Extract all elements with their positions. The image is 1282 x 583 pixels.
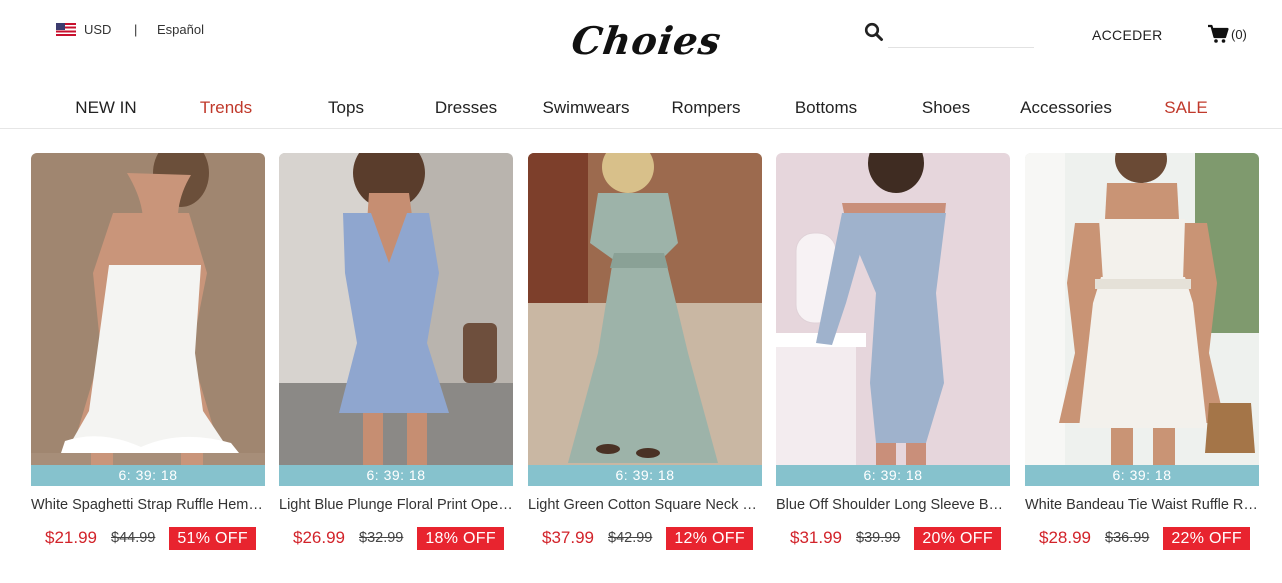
price-row: $26.99 $32.99 18% OFF bbox=[279, 526, 513, 550]
sale-price: $31.99 bbox=[790, 528, 842, 547]
price-row: $37.99 $42.99 12% OFF bbox=[528, 526, 762, 550]
nav-item-new-in[interactable]: NEW IN bbox=[46, 98, 166, 118]
product-image[interactable]: 6: 39: 18 bbox=[1025, 153, 1259, 486]
original-price: $32.99 bbox=[359, 530, 404, 546]
product-image[interactable]: 6: 39: 18 bbox=[776, 153, 1010, 486]
currency-selector[interactable]: USD bbox=[56, 22, 111, 37]
original-price: $42.99 bbox=[608, 530, 653, 546]
language-selector[interactable]: Español bbox=[157, 22, 204, 37]
countdown-timer: 6: 39: 18 bbox=[528, 465, 762, 486]
countdown-timer: 6: 39: 18 bbox=[31, 465, 265, 486]
nav-item-accessories[interactable]: Accessories bbox=[1006, 98, 1126, 118]
product-card[interactable]: 6: 39: 18 Light Green Cotton Square Neck… bbox=[528, 153, 762, 550]
nav-item-trends[interactable]: Trends bbox=[166, 98, 286, 118]
product-title[interactable]: White Spaghetti Strap Ruffle Hem Mini Dr… bbox=[31, 497, 265, 513]
nav-item-dresses[interactable]: Dresses bbox=[406, 98, 526, 118]
cart-icon bbox=[1208, 24, 1229, 43]
sale-price: $37.99 bbox=[542, 528, 594, 547]
currency-label: USD bbox=[84, 22, 112, 37]
sale-price: $28.99 bbox=[1039, 528, 1091, 547]
product-title[interactable]: Light Green Cotton Square Neck Maxi Dres… bbox=[528, 497, 762, 513]
original-price: $36.99 bbox=[1105, 530, 1150, 546]
logo-text: Choies bbox=[569, 17, 725, 63]
nav-item-swimwears[interactable]: Swimwears bbox=[526, 98, 646, 118]
discount-badge: 22% OFF bbox=[1163, 526, 1250, 550]
top-bar: USD | Español Choies ACCEDER (0) bbox=[0, 0, 1282, 88]
product-grid: 6: 39: 18 White Spaghetti Strap Ruffle H… bbox=[31, 153, 1259, 563]
countdown-timer: 6: 39: 18 bbox=[279, 465, 513, 486]
product-title[interactable]: Blue Off Shoulder Long Sleeve Bodycon Dr… bbox=[776, 497, 1010, 513]
product-card[interactable]: 6: 39: 18 Light Blue Plunge Floral Print… bbox=[279, 153, 513, 550]
countdown-timer: 6: 39: 18 bbox=[776, 465, 1010, 486]
product-image[interactable]: 6: 39: 18 bbox=[279, 153, 513, 486]
cart-count: (0) bbox=[1231, 26, 1247, 42]
search-icon[interactable] bbox=[864, 22, 884, 42]
us-flag-icon bbox=[56, 23, 76, 36]
sale-price: $21.99 bbox=[45, 528, 97, 547]
price-row: $28.99 $36.99 22% OFF bbox=[1025, 526, 1259, 550]
price-row: $31.99 $39.99 20% OFF bbox=[776, 526, 1010, 550]
header-separator: | bbox=[134, 22, 138, 37]
nav-item-bottoms[interactable]: Bottoms bbox=[766, 98, 886, 118]
product-title[interactable]: White Bandeau Tie Waist Ruffle Romper bbox=[1025, 497, 1259, 513]
search-box bbox=[864, 20, 1034, 48]
product-card[interactable]: 6: 39: 18 Blue Off Shoulder Long Sleeve … bbox=[776, 153, 1010, 550]
product-card[interactable]: 6: 39: 18 White Spaghetti Strap Ruffle H… bbox=[31, 153, 265, 550]
countdown-timer: 6: 39: 18 bbox=[1025, 465, 1259, 486]
discount-badge: 12% OFF bbox=[666, 526, 753, 550]
product-image[interactable]: 6: 39: 18 bbox=[528, 153, 762, 486]
discount-badge: 20% OFF bbox=[914, 526, 1001, 550]
nav-item-rompers[interactable]: Rompers bbox=[646, 98, 766, 118]
nav-item-tops[interactable]: Tops bbox=[286, 98, 406, 118]
search-input[interactable] bbox=[888, 20, 1034, 48]
nav-item-shoes[interactable]: Shoes bbox=[886, 98, 1006, 118]
site-logo[interactable]: Choies bbox=[569, 14, 725, 66]
cart-button[interactable]: (0) bbox=[1207, 24, 1247, 44]
discount-badge: 18% OFF bbox=[417, 526, 504, 550]
login-link[interactable]: ACCEDER bbox=[1092, 27, 1163, 43]
original-price: $39.99 bbox=[856, 530, 901, 546]
price-row: $21.99 $44.99 51% OFF bbox=[31, 526, 265, 550]
product-card[interactable]: 6: 39: 18 White Bandeau Tie Waist Ruffle… bbox=[1025, 153, 1259, 550]
main-nav: NEW IN Trends Tops Dresses Swimwears Rom… bbox=[0, 88, 1282, 129]
nav-item-sale[interactable]: SALE bbox=[1126, 98, 1246, 118]
product-title[interactable]: Light Blue Plunge Floral Print Open Back… bbox=[279, 497, 513, 513]
product-image[interactable]: 6: 39: 18 bbox=[31, 153, 265, 486]
original-price: $44.99 bbox=[111, 530, 156, 546]
discount-badge: 51% OFF bbox=[169, 526, 256, 550]
sale-price: $26.99 bbox=[293, 528, 345, 547]
